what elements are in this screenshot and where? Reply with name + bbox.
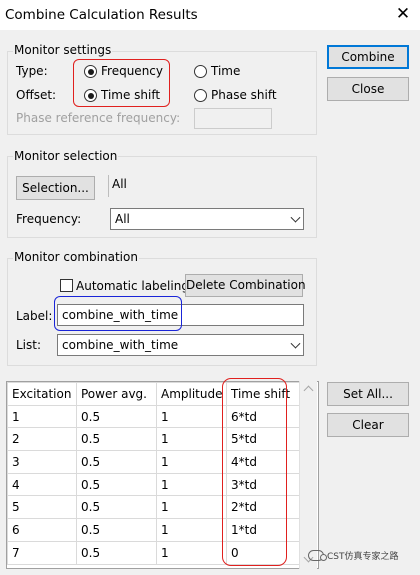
table-cell[interactable]: 1 bbox=[156, 495, 227, 520]
chevron-down-icon bbox=[290, 212, 301, 223]
phase-shift-radio-label[interactable]: Phase shift bbox=[211, 88, 277, 102]
table-cell[interactable]: 7 bbox=[7, 540, 77, 565]
label-highlight bbox=[54, 296, 182, 331]
list-select-value: combine_with_time bbox=[62, 338, 179, 352]
table-cell[interactable]: 1 bbox=[156, 518, 227, 542]
list-label: List: bbox=[16, 338, 42, 352]
table-cell[interactable]: 0.5 bbox=[76, 472, 157, 497]
table-cell[interactable]: 0.5 bbox=[76, 450, 157, 474]
table-cell[interactable]: 0.5 bbox=[76, 427, 157, 452]
table-cell[interactable]: 6 bbox=[7, 518, 77, 542]
set-all-button[interactable]: Set All... bbox=[327, 382, 409, 406]
phase-reference-input[interactable] bbox=[194, 108, 272, 129]
close-button[interactable]: Close bbox=[327, 77, 409, 101]
time-shift-column-highlight bbox=[222, 378, 287, 566]
frequency-label: Frequency: bbox=[16, 212, 82, 226]
phase-reference-label: Phase reference frequency: bbox=[16, 111, 181, 125]
clear-button[interactable]: Clear bbox=[327, 413, 409, 437]
automatic-labeling-checkbox[interactable] bbox=[60, 279, 73, 292]
window-title: Combine Calculation Results bbox=[5, 7, 198, 23]
frequency-select-value: All bbox=[115, 212, 130, 226]
frequency-timeshift-highlight bbox=[73, 59, 170, 107]
table-cell[interactable]: 0.5 bbox=[76, 404, 157, 429]
table-cell[interactable]: 1 bbox=[156, 540, 227, 565]
scroll-up-icon[interactable] bbox=[303, 385, 314, 396]
combine-button[interactable]: Combine bbox=[327, 45, 409, 69]
table-cell[interactable]: 0.5 bbox=[76, 495, 157, 520]
close-window-icon[interactable]: ✕ bbox=[386, 0, 420, 30]
offset-label: Offset: bbox=[16, 88, 57, 102]
label-field-label: Label: bbox=[16, 309, 53, 323]
table-cell[interactable]: 1 bbox=[7, 404, 77, 429]
type-label: Type: bbox=[16, 64, 48, 78]
table-cell[interactable]: 3 bbox=[7, 450, 77, 474]
table-cell[interactable]: 4 bbox=[7, 472, 77, 497]
monitor-combination-title: Monitor combination bbox=[13, 250, 139, 264]
phase-shift-radio[interactable] bbox=[194, 89, 207, 102]
column-header[interactable]: Excitation bbox=[7, 382, 77, 406]
chevron-down-icon bbox=[290, 338, 301, 349]
selection-button[interactable]: Selection... bbox=[16, 176, 95, 200]
table-cell[interactable]: 0.5 bbox=[76, 540, 157, 565]
watermark-text: CST仿真专家之路 bbox=[327, 551, 399, 562]
table-cell[interactable]: 1 bbox=[156, 450, 227, 474]
selection-divider bbox=[108, 175, 109, 197]
automatic-labeling-label[interactable]: Automatic labeling bbox=[76, 279, 189, 293]
title-bar: Combine Calculation Results ✕ bbox=[0, 0, 420, 30]
column-header[interactable]: Power avg. bbox=[76, 382, 157, 406]
watermark: CST仿真专家之路 bbox=[308, 544, 420, 566]
list-select[interactable]: combine_with_time bbox=[57, 334, 304, 356]
time-radio-label[interactable]: Time bbox=[211, 64, 240, 78]
table-cell[interactable]: 1 bbox=[156, 404, 227, 429]
column-header[interactable]: Amplitude bbox=[156, 382, 227, 406]
monitor-settings-title: Monitor settings bbox=[13, 43, 113, 57]
table-cell[interactable]: 0.5 bbox=[76, 518, 157, 542]
table-cell[interactable]: 5 bbox=[7, 495, 77, 520]
delete-combination-button[interactable]: Delete Combination bbox=[185, 274, 306, 297]
table-cell[interactable]: 2 bbox=[7, 427, 77, 452]
time-radio[interactable] bbox=[194, 65, 207, 78]
frequency-select[interactable]: All bbox=[110, 208, 304, 230]
wechat-icon bbox=[308, 549, 327, 561]
table-scrollbar[interactable] bbox=[299, 381, 317, 569]
table-cell[interactable]: 1 bbox=[156, 427, 227, 452]
selection-value: All bbox=[112, 177, 127, 191]
monitor-selection-title: Monitor selection bbox=[13, 149, 119, 163]
table-cell[interactable]: 1 bbox=[156, 472, 227, 497]
